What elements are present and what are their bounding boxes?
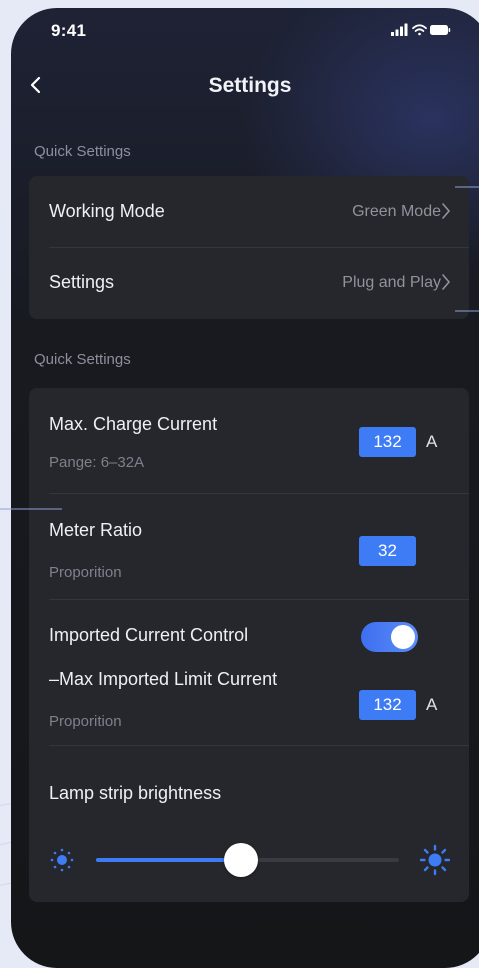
- annotation-lines: [0, 186, 479, 510]
